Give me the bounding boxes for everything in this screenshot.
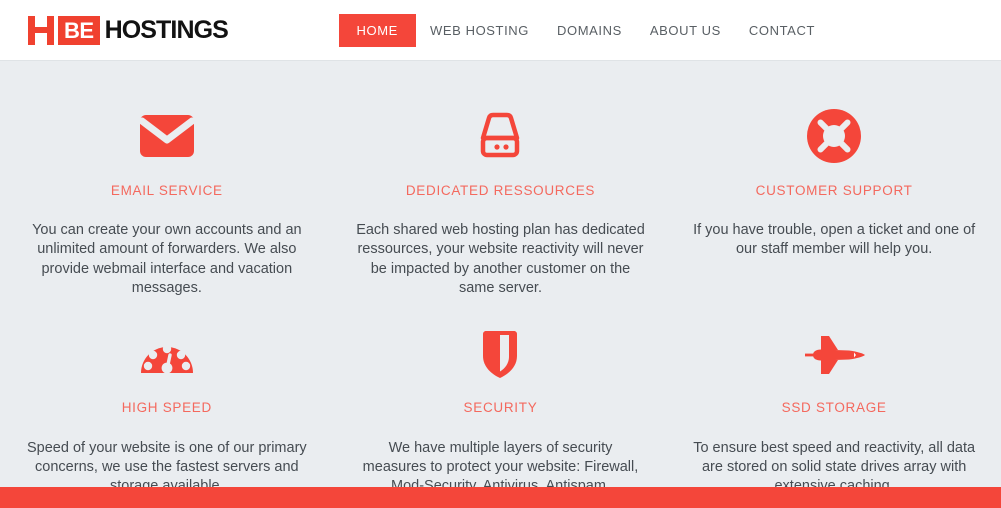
footer-accent-band: [0, 487, 1001, 508]
speedometer-icon: [22, 324, 312, 386]
logo-be-badge: BE: [58, 15, 100, 45]
feature-card-customer-support: CUSTOMER SUPPORT If you have trouble, op…: [667, 91, 1001, 298]
site-logo[interactable]: BE HOSTINGS: [28, 15, 229, 45]
feature-text: If you have trouble, open a ticket and o…: [693, 222, 976, 258]
logo-wordmark: HOSTINGS: [104, 15, 229, 44]
feature-card-high-speed: HIGH SPEED Speed of your website is one …: [0, 298, 334, 496]
nav-item-about-us[interactable]: ABOUT US: [636, 14, 735, 47]
nav-item-home[interactable]: HOME: [338, 13, 416, 47]
feature-title: SECURITY: [463, 400, 538, 416]
feature-card-security: SECURITY We have multiple layers of secu…: [334, 298, 668, 496]
feature-card-dedicated-ressources: DEDICATED RESSOURCES Each shared web hos…: [334, 91, 668, 298]
nav-item-domains[interactable]: DOMAINS: [543, 14, 636, 47]
features-section: EMAIL SERVICE You can create your own ac…: [0, 61, 1001, 494]
feature-card-ssd-storage: SSD STORAGE To ensure best speed and rea…: [667, 298, 1001, 496]
lifebuoy-icon: [689, 105, 979, 167]
feature-title: EMAIL SERVICE: [110, 183, 223, 198]
main-navigation: HOME WEB HOSTING DOMAINS ABOUT US CONTAC…: [338, 13, 829, 47]
feature-title: HIGH SPEED: [121, 400, 212, 416]
feature-title: CUSTOMER SUPPORT: [755, 183, 913, 198]
features-row-1: EMAIL SERVICE You can create your own ac…: [0, 91, 1001, 298]
feature-text: You can create your own accounts and an …: [32, 222, 302, 297]
shield-icon: [356, 324, 646, 386]
features-row-2: HIGH SPEED Speed of your website is one …: [0, 298, 1001, 496]
nav-item-contact[interactable]: CONTACT: [735, 14, 829, 47]
feature-title: SSD STORAGE: [781, 400, 887, 416]
envelope-icon: [22, 105, 312, 167]
feature-title: DEDICATED RESSOURCES: [405, 183, 596, 198]
rocket-icon: [689, 324, 979, 386]
server-icon: [356, 105, 646, 167]
feature-text: Each shared web hosting plan has dedicat…: [356, 222, 645, 297]
feature-card-email-service: EMAIL SERVICE You can create your own ac…: [0, 91, 334, 298]
nav-item-web-hosting[interactable]: WEB HOSTING: [416, 14, 543, 47]
logo-h-mark: [28, 15, 54, 45]
site-header: BE HOSTINGS HOME WEB HOSTING DOMAINS ABO…: [0, 0, 1001, 61]
